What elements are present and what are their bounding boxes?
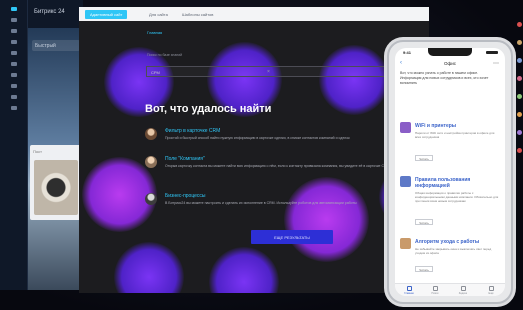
bitrix-sidebar bbox=[0, 0, 28, 290]
nav-item-icon[interactable] bbox=[10, 95, 17, 99]
phone-notch bbox=[428, 48, 472, 56]
phone-card[interactable]: Правила пользования информацией Общая ин… bbox=[400, 176, 500, 228]
bitrix-header: Битрикс 24 bbox=[28, 0, 83, 28]
avatar[interactable] bbox=[517, 94, 522, 99]
nav-item-icon[interactable] bbox=[10, 51, 17, 55]
feed-card-text: Пост bbox=[33, 149, 42, 154]
card-text: Не забывайте закрывать окна и выключать … bbox=[415, 247, 492, 256]
site-search-input[interactable]: СРМ × bbox=[146, 66, 396, 77]
home-icon bbox=[406, 286, 412, 291]
feed-photo bbox=[34, 160, 78, 215]
result-item[interactable]: Поле "Компания" Открыв карточку контакта… bbox=[145, 156, 415, 186]
more-icon bbox=[488, 286, 494, 291]
nav-item-icon[interactable] bbox=[10, 73, 17, 77]
avatar bbox=[145, 128, 157, 140]
tab-label: Задачи bbox=[458, 292, 468, 295]
result-title[interactable]: Фильтр в карточке CRM bbox=[165, 128, 220, 134]
avatar[interactable] bbox=[517, 22, 522, 27]
avatar[interactable] bbox=[517, 112, 522, 117]
card-read-button[interactable]: Читать bbox=[415, 219, 433, 225]
nav-item-icon[interactable] bbox=[10, 40, 17, 44]
result-item[interactable]: Бизнес-процессы В Битрикс24 вы можете на… bbox=[145, 193, 415, 223]
tab-site-templates[interactable]: Шаблоны сайтов bbox=[182, 10, 213, 19]
avatar[interactable] bbox=[517, 148, 522, 153]
menu-icon[interactable] bbox=[10, 7, 17, 11]
card-title[interactable]: WiFi и принтеры bbox=[415, 123, 500, 129]
search-icon bbox=[432, 286, 438, 291]
stage: Битрикс 24 Быстрый Пост Адаптивный сайт … bbox=[0, 0, 523, 310]
avatar[interactable] bbox=[517, 40, 522, 45]
clear-icon[interactable]: × bbox=[267, 69, 270, 75]
knowledge-site: Адаптивный сайт Для сайта Шаблоны сайтов… bbox=[79, 7, 429, 293]
result-text: Открыв карточку контакта вы можете найти… bbox=[165, 164, 390, 168]
more-icon[interactable]: ⋯ bbox=[493, 60, 499, 67]
breadcrumb[interactable]: Главная bbox=[147, 30, 162, 35]
phone-tab-home[interactable]: Главная bbox=[399, 286, 419, 295]
card-title[interactable]: Алгоритм ухода с работы bbox=[415, 239, 500, 245]
phone-tabbar: Главная Поиск Задачи Ещё bbox=[395, 283, 505, 296]
result-text: В Битрикс24 вы можете настроить и сделат… bbox=[165, 201, 357, 205]
card-thumbnail bbox=[400, 122, 411, 133]
tab-label: Поиск bbox=[431, 292, 439, 295]
avatar bbox=[145, 193, 157, 205]
more-results-button[interactable]: ЕЩЕ РЕЗУЛЬТАТЫ bbox=[251, 230, 333, 244]
avatar bbox=[145, 156, 157, 168]
tab-label: Ещё bbox=[488, 292, 494, 295]
phone-tab-tasks[interactable]: Задачи bbox=[453, 286, 473, 295]
tab-adaptive-site[interactable]: Адаптивный сайт bbox=[85, 10, 128, 19]
nav-item-icon[interactable] bbox=[10, 62, 17, 66]
site-tabbar: Адаптивный сайт Для сайта Шаблоны сайтов bbox=[79, 7, 429, 21]
phone-card[interactable]: WiFi и принтеры Пароли от WiFi сети и на… bbox=[400, 122, 500, 162]
nav-item-icon[interactable] bbox=[10, 18, 17, 22]
decor-blob bbox=[114, 242, 184, 293]
result-item[interactable]: Фильтр в карточке CRM Простой и быстрый … bbox=[145, 128, 415, 158]
avatar[interactable] bbox=[517, 58, 522, 63]
tab-label: Главная bbox=[404, 292, 414, 295]
nav-item-icon[interactable] bbox=[10, 29, 17, 33]
decor-blob bbox=[209, 247, 279, 293]
card-thumbnail bbox=[400, 238, 411, 249]
search-value: СРМ bbox=[151, 70, 160, 75]
card-thumbnail bbox=[400, 176, 411, 187]
nav-item-icon[interactable] bbox=[10, 106, 17, 110]
tasks-icon bbox=[460, 286, 466, 291]
results-heading: Вот, что удалось найти bbox=[145, 103, 272, 115]
decor-blob bbox=[319, 45, 389, 115]
phone-intro: Вот, что можно узнать о работе в нашем о… bbox=[400, 71, 489, 85]
avatar[interactable] bbox=[517, 76, 522, 81]
nav-item-icon[interactable] bbox=[10, 84, 17, 88]
card-read-button[interactable]: Читать bbox=[415, 155, 433, 161]
status-time: 9:41 bbox=[403, 50, 412, 55]
bitrix-title: Битрикс 24 bbox=[34, 9, 65, 15]
phone-mockup: 9:41 ‹ Офис ⋯ Вот, что можно узнать о ра… bbox=[387, 40, 513, 304]
phone-tab-search[interactable]: Поиск bbox=[425, 286, 445, 295]
card-text: Пароли от WiFi сети и настройка принтеро… bbox=[415, 131, 495, 140]
bitrix-search-input[interactable]: Быстрый bbox=[32, 40, 80, 51]
card-read-button[interactable]: Читать bbox=[415, 266, 433, 272]
card-text: Общая информация о правилах работы с кон… bbox=[415, 191, 499, 204]
card-title[interactable]: Правила пользования информацией bbox=[415, 177, 500, 189]
battery-icon bbox=[486, 51, 498, 54]
search-label: Поиск по базе знаний bbox=[147, 53, 183, 57]
phone-tab-more[interactable]: Ещё bbox=[481, 286, 501, 295]
phone-screen: 9:41 ‹ Офис ⋯ Вот, что можно узнать о ра… bbox=[395, 48, 505, 296]
result-text: Простой и быстрый способ найти нужную ин… bbox=[165, 136, 350, 140]
avatar[interactable] bbox=[517, 130, 522, 135]
phone-card[interactable]: Алгоритм ухода с работы Не забывайте зак… bbox=[400, 238, 500, 278]
result-title[interactable]: Бизнес-процессы bbox=[165, 193, 206, 199]
result-title[interactable]: Поле "Компания" bbox=[165, 156, 205, 162]
phone-title: Офис bbox=[444, 61, 456, 66]
tab-for-site[interactable]: Для сайта bbox=[149, 10, 168, 19]
